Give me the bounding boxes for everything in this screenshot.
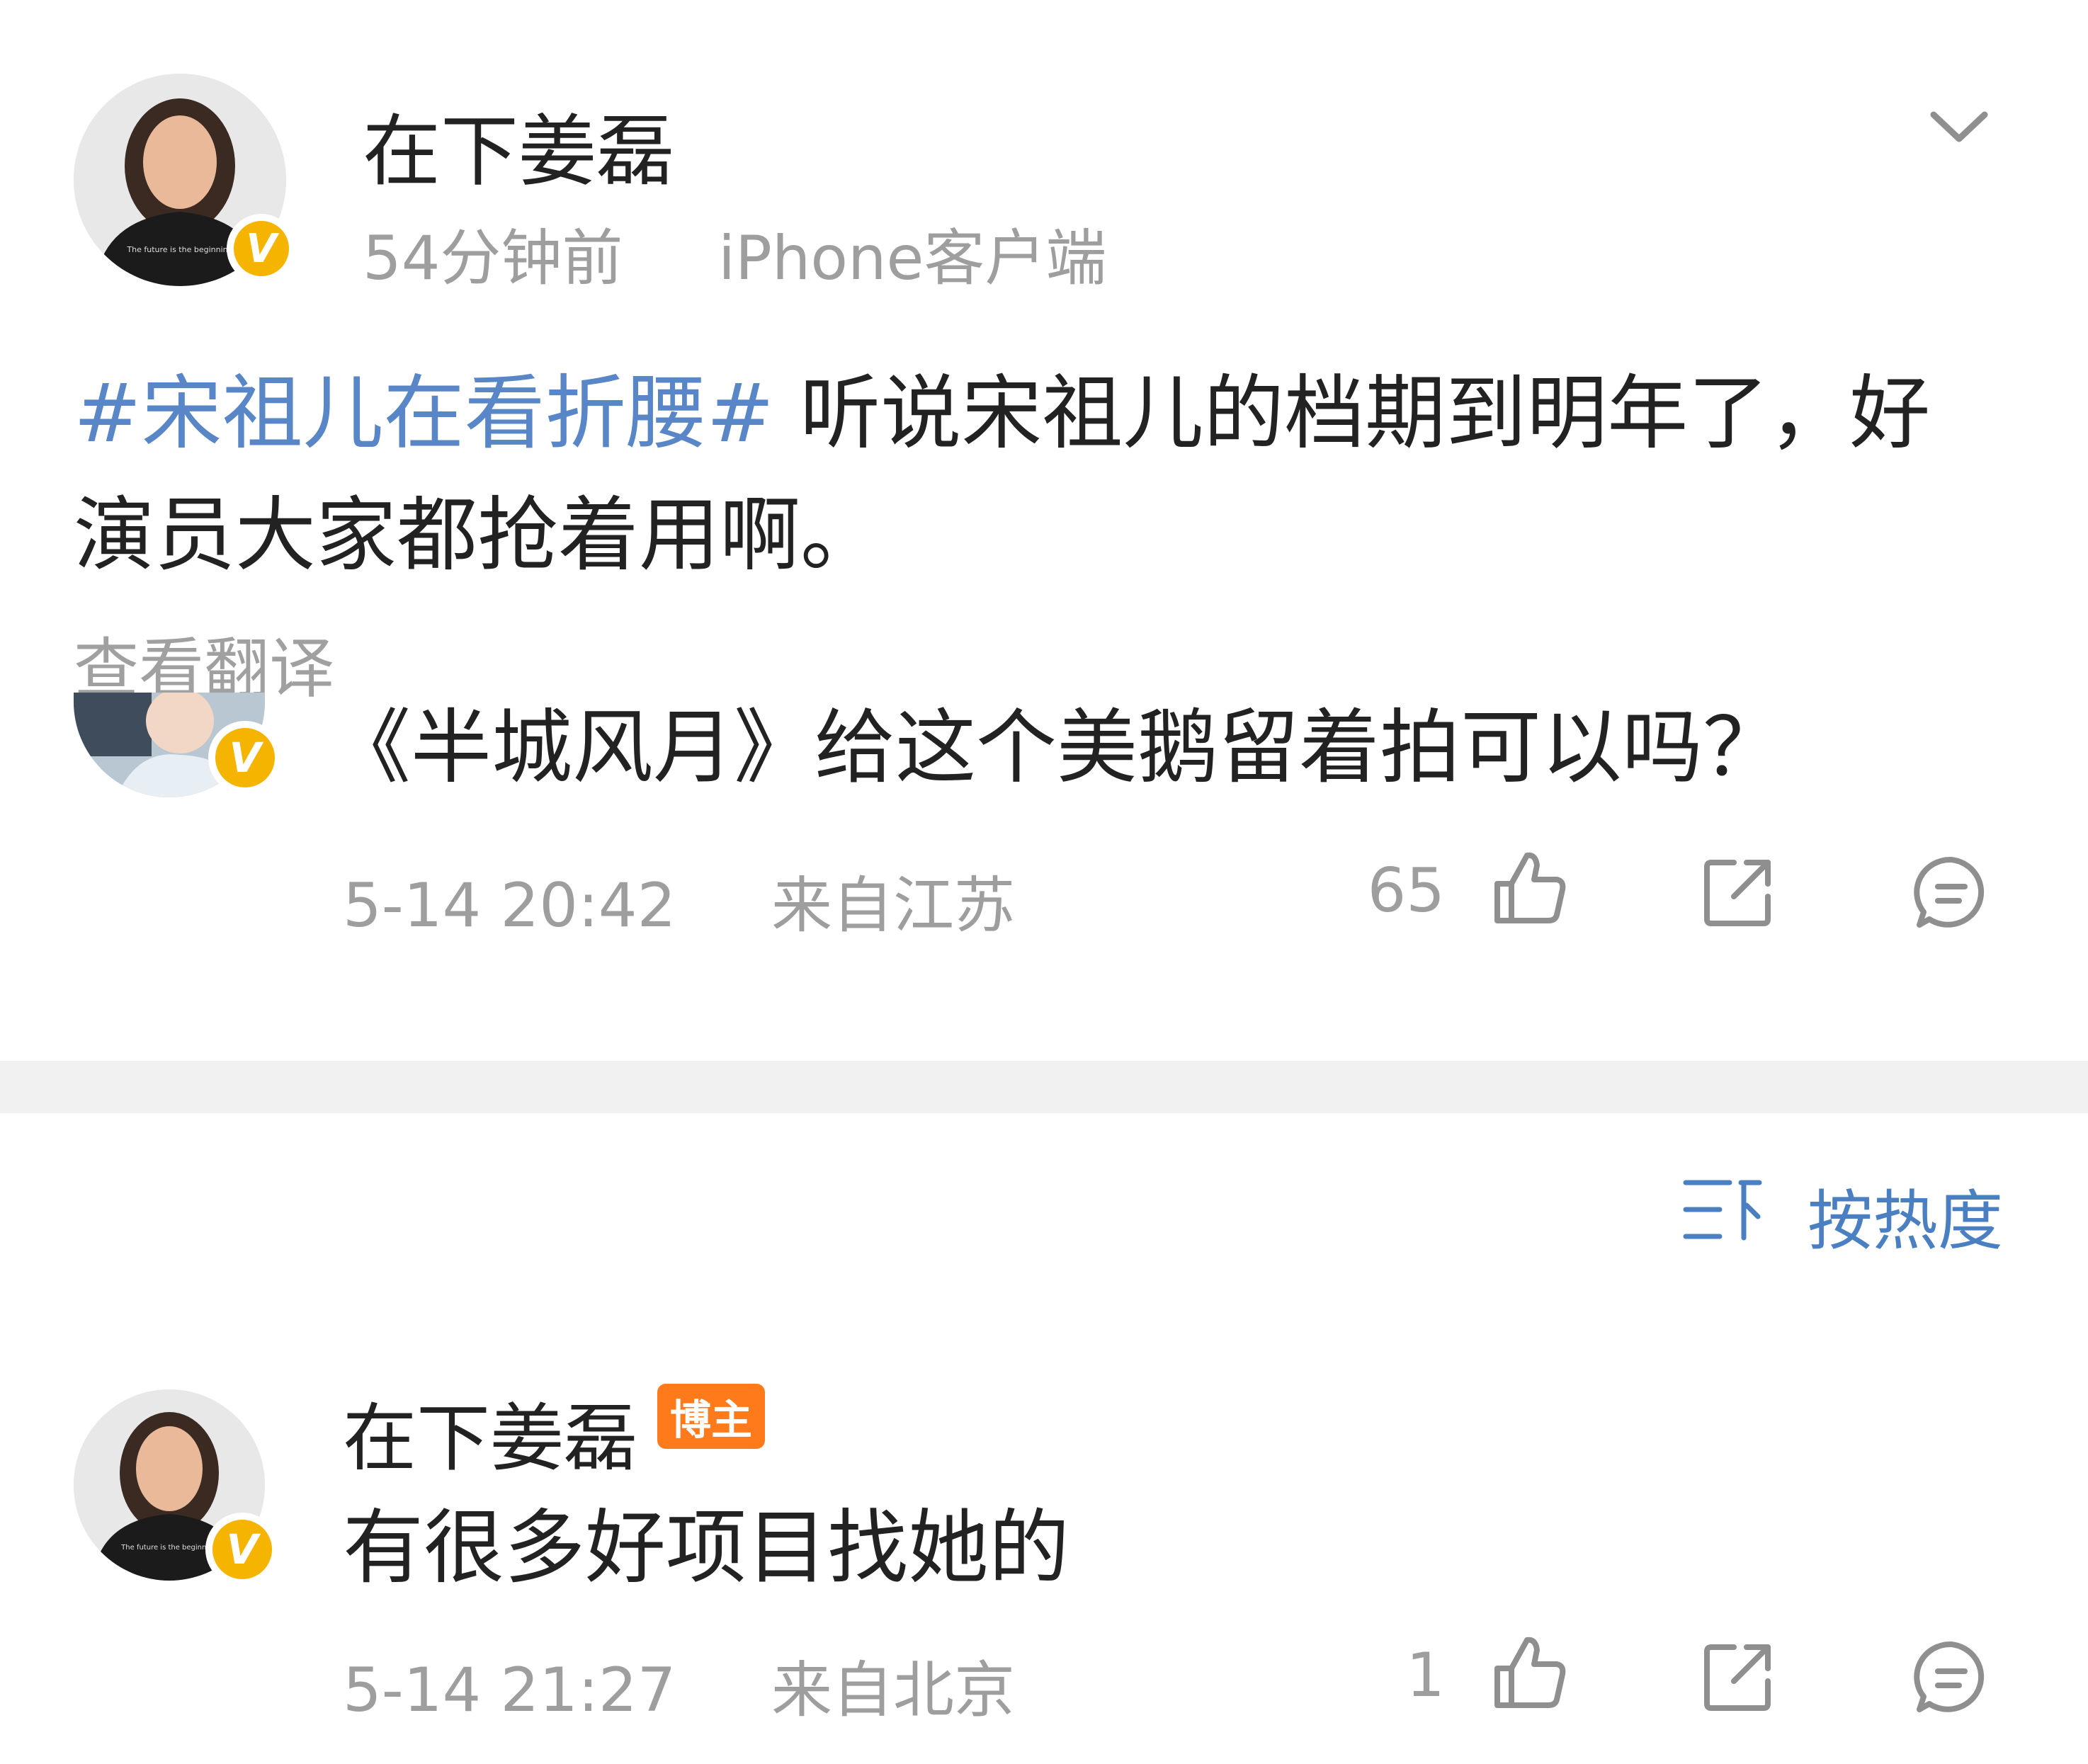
post-meta: 54分钟前 iPhone客户端 [363, 208, 1106, 297]
sort-icon[interactable] [1683, 1177, 1762, 1242]
share-icon[interactable] [1701, 855, 1775, 929]
author-name[interactable]: 在下姜磊 [363, 88, 674, 201]
post-text: #宋祖儿在看折腰# 听说宋祖儿的档期到明年了，好 演员大家都抢着用啊。 [74, 353, 2029, 596]
host-badge: 博主 [657, 1384, 765, 1449]
avatar-shirt-text: The future is the beginning [126, 245, 232, 254]
comment2-like-count: 1 [1406, 1640, 1445, 1711]
comment1-location: 来自江苏 [771, 870, 1016, 941]
verified-icon: V [205, 1513, 279, 1586]
sort-by-hot-button[interactable]: 按热度 [1808, 1168, 2003, 1263]
post-text-line1: 听说宋祖儿的档期到明年了，好 [774, 366, 1931, 460]
comment-icon[interactable] [1912, 1639, 1990, 1717]
comment-icon[interactable] [1912, 854, 1990, 932]
avatar-shirt-text: The future is the beginning [120, 1544, 217, 1552]
topic-link[interactable]: #宋祖儿在看折腰# [74, 366, 774, 460]
verified-icon: V [208, 721, 282, 795]
share-icon[interactable] [1701, 1640, 1775, 1714]
post-source: iPhone客户端 [718, 223, 1107, 294]
post-text-line2: 演员大家都抢着用啊。 [74, 488, 882, 582]
post-time: 54分钟前 [363, 223, 623, 294]
commenter-avatar[interactable]: The future is the beginning V [74, 1389, 279, 1586]
comment1-date: 5-14 20:42 [343, 870, 676, 941]
verified-icon: V [227, 214, 296, 283]
comment1-text: 《半城风月》给这个美鹅留着拍可以吗？ [330, 700, 1784, 795]
commenter-avatar[interactable]: V [74, 693, 282, 797]
comment1-meta: 5-14 20:42 来自江苏 [343, 855, 1015, 944]
like-icon[interactable] [1487, 1632, 1570, 1714]
section-separator [0, 1061, 2088, 1113]
comment2-location: 来自北京 [771, 1655, 1016, 1726]
author-avatar[interactable]: The future is the beginning V [74, 74, 296, 286]
comment1-like-count: 65 [1367, 855, 1445, 926]
comment2-meta: 5-14 21:27 来自北京 [343, 1640, 1015, 1729]
comment2-date: 5-14 21:27 [343, 1655, 676, 1726]
like-icon[interactable] [1487, 847, 1570, 929]
comment2-text: 有很多好项目找她的 [343, 1501, 1070, 1595]
comment2-author[interactable]: 在下姜磊 [343, 1378, 637, 1485]
chevron-down-icon[interactable] [1929, 106, 1989, 149]
